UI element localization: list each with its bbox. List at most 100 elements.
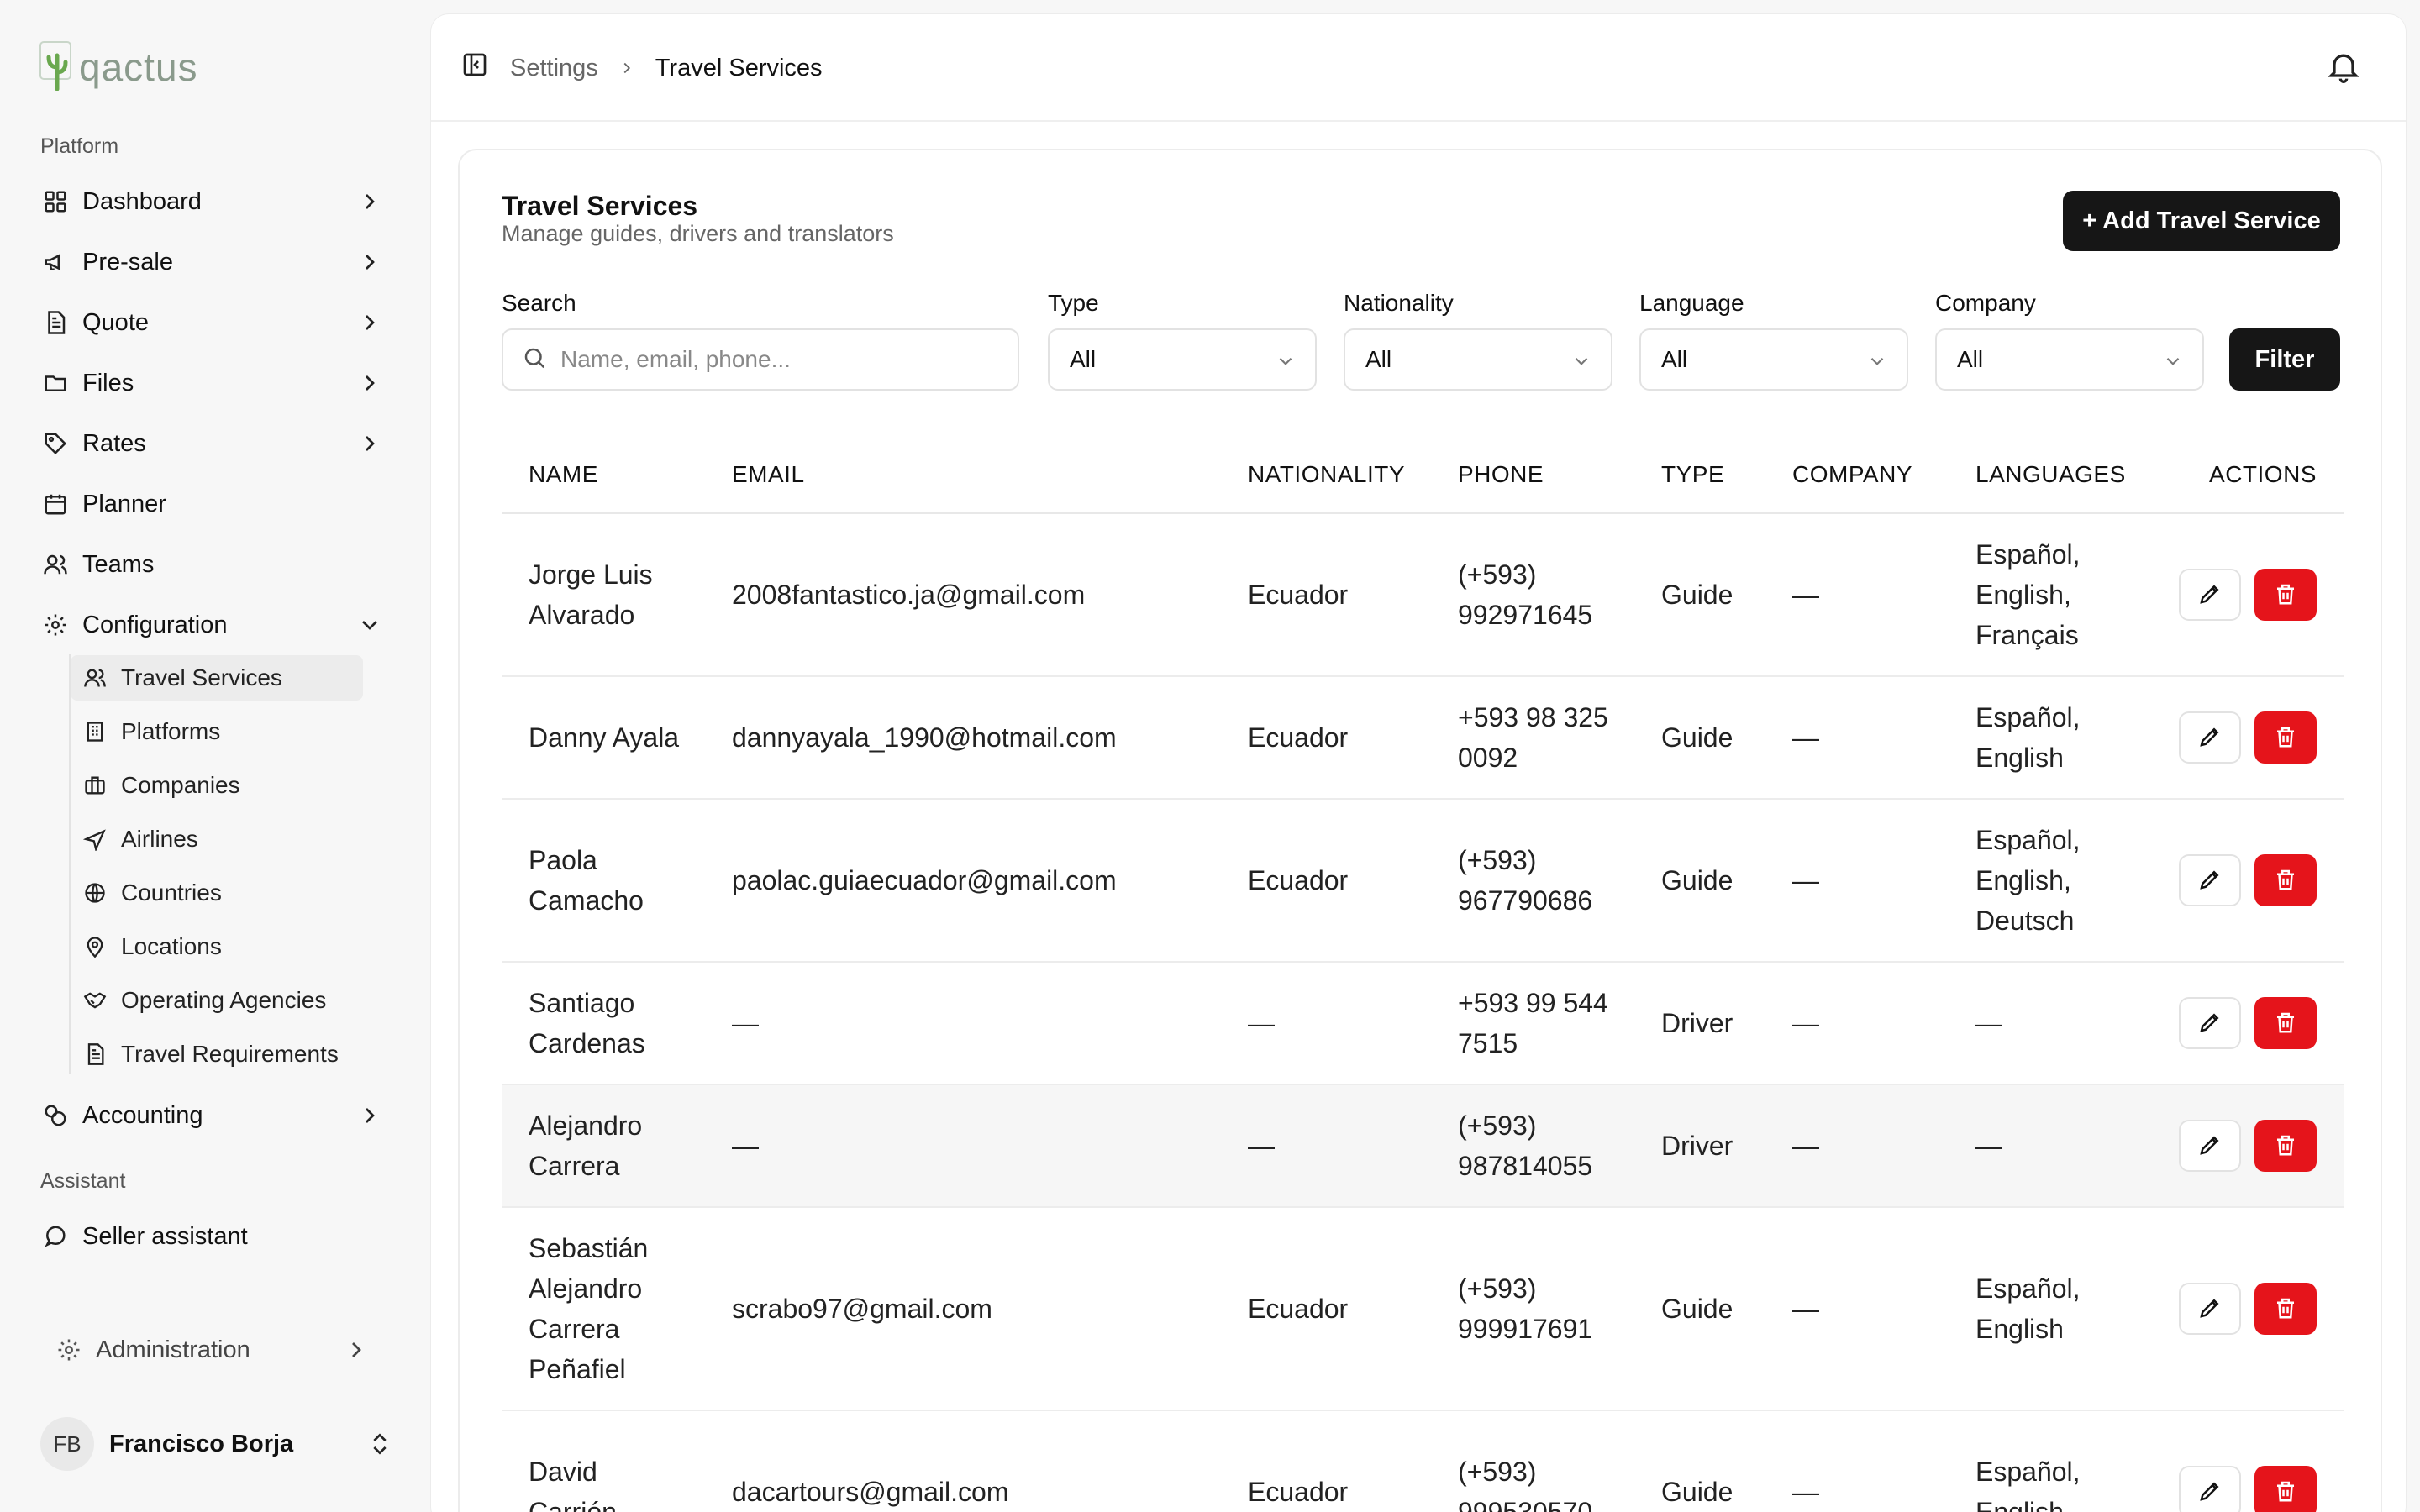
cell-name: Alejandro Carrera (502, 1084, 705, 1208)
column-header[interactable]: NAME (502, 436, 705, 514)
cell-nationality: Ecuador (1221, 1207, 1431, 1411)
table-row[interactable]: Jorge Luis Alvarado 2008fantastico.ja@gma… (502, 513, 2344, 677)
chevron-down-icon (2166, 357, 2180, 365)
row-actions (2174, 569, 2344, 621)
sub-label: Travel Services (121, 664, 282, 690)
nav-rates[interactable]: Rates (34, 419, 397, 468)
sub-platforms[interactable]: Platforms (71, 709, 363, 754)
edit-button[interactable] (2179, 1120, 2241, 1172)
delete-button[interactable] (2254, 1283, 2317, 1335)
trash-icon (2273, 581, 2298, 609)
nav-label: Quote (82, 308, 149, 336)
building-icon (81, 717, 109, 746)
column-header[interactable]: LANGUAGES (1949, 436, 2147, 514)
globe-icon (81, 879, 109, 907)
sub-travel-requirements[interactable]: Travel Requirements (71, 1032, 363, 1077)
edit-button[interactable] (2179, 711, 2241, 764)
filter-button[interactable]: Filter (2229, 328, 2340, 391)
table-row[interactable]: Paola Camacho paolac.guiaecuador@gmail.co… (502, 799, 2344, 963)
nav-teams[interactable]: Teams (34, 540, 397, 589)
sub-label: Airlines (121, 826, 198, 852)
delete-button[interactable] (2254, 1120, 2317, 1172)
breadcrumb-parent[interactable]: Settings (510, 55, 598, 82)
column-header[interactable]: COMPANY (1765, 436, 1949, 514)
trash-icon (2273, 1295, 2298, 1323)
cell-type: Guide (1634, 1207, 1765, 1411)
column-header: ACTIONS (2147, 436, 2344, 514)
sub-countries[interactable]: Countries (71, 870, 363, 916)
sidebar-toggle-icon[interactable] (461, 51, 488, 85)
type-label: Type (1048, 290, 1099, 316)
table-row[interactable]: David Carrión dacartours@gmail.com Ecuador… (502, 1410, 2344, 1512)
sub-companies[interactable]: Companies (71, 763, 363, 808)
cell-email[interactable]: dacartours@gmail.com (705, 1410, 1221, 1512)
nav-files[interactable]: Files (34, 359, 397, 407)
edit-button[interactable] (2179, 1283, 2241, 1335)
nav-accounting[interactable]: Accounting (34, 1091, 397, 1140)
cell-email[interactable]: paolac.guiaecuador@gmail.com (705, 799, 1221, 963)
delete-button[interactable] (2254, 1466, 2317, 1512)
cell-email[interactable]: dannyayala_1990@hotmail.com (705, 676, 1221, 800)
sub-operating-agencies[interactable]: Operating Agencies (71, 978, 363, 1023)
delete-button[interactable] (2254, 569, 2317, 621)
sub-locations[interactable]: Locations (71, 924, 363, 969)
edit-button[interactable] (2179, 569, 2241, 621)
nav-dashboard[interactable]: Dashboard (34, 177, 397, 226)
row-actions (2174, 1283, 2344, 1335)
edit-button[interactable] (2179, 997, 2241, 1049)
sub-label: Travel Requirements (121, 1041, 339, 1067)
bell-icon[interactable] (2325, 48, 2362, 85)
cell-email[interactable]: scrabo97@gmail.com (705, 1207, 1221, 1411)
cell-languages: Español, English (1949, 676, 2147, 800)
chevron-down-icon (362, 621, 377, 630)
row-actions (2174, 854, 2344, 906)
column-header[interactable]: PHONE (1431, 436, 1634, 514)
company-select[interactable]: All (1935, 328, 2204, 391)
edit-button[interactable] (2179, 1466, 2241, 1512)
table-header-row: NAME EMAIL NATIONALITY PHONE TYPE COMPAN… (502, 436, 2344, 514)
table-row[interactable]: Santiago Cardenas — — +593 99 544 7515 Drive… (502, 962, 2344, 1085)
nav-planner[interactable]: Planner (34, 480, 397, 528)
search-field[interactable] (502, 328, 1019, 391)
add-travel-service-button[interactable]: + Add Travel Service (2063, 191, 2340, 251)
nav-seller-assistant[interactable]: Seller assistant (34, 1212, 397, 1261)
cell-actions (2147, 799, 2344, 963)
column-header[interactable]: NATIONALITY (1221, 436, 1431, 514)
nav-administration[interactable]: Administration (47, 1326, 383, 1374)
search-input[interactable] (560, 346, 997, 373)
sub-travel-services[interactable]: Travel Services (71, 655, 363, 701)
table-row[interactable]: Danny Ayala dannyayala_1990@hotmail.com Ec… (502, 676, 2344, 800)
delete-button[interactable] (2254, 711, 2317, 764)
sub-airlines[interactable]: Airlines (71, 816, 363, 862)
cell-email[interactable]: 2008fantastico.ja@gmail.com (705, 513, 1221, 677)
nationality-select[interactable]: All (1344, 328, 1612, 391)
nav-pre-sale[interactable]: Pre-sale (34, 238, 397, 286)
nationality-value: All (1365, 346, 1392, 372)
column-header[interactable]: EMAIL (705, 436, 1221, 514)
topbar: Settings Travel Services (431, 14, 2406, 122)
section-platform: Platform (40, 134, 119, 158)
user-menu[interactable]: FB Francisco Borja (40, 1416, 393, 1472)
nav-label: Pre-sale (82, 248, 173, 276)
handshake-icon (81, 986, 109, 1015)
cell-email[interactable]: — (705, 1084, 1221, 1208)
pencil-icon (2197, 1478, 2223, 1506)
chevrons-up-down-icon (373, 1433, 387, 1455)
table-row[interactable]: Sebastián Alejandro Carrera Peñafiel scra… (502, 1207, 2344, 1411)
nav-quote[interactable]: Quote (34, 298, 397, 347)
delete-button[interactable] (2254, 997, 2317, 1049)
cell-email[interactable]: — (705, 962, 1221, 1085)
edit-button[interactable] (2179, 854, 2241, 906)
nav-configuration[interactable]: Configuration (34, 601, 397, 649)
table-row[interactable]: Alejandro Carrera — — (+593) 987814055 Drive… (502, 1084, 2344, 1208)
language-select[interactable]: All (1639, 328, 1908, 391)
type-select[interactable]: All (1048, 328, 1317, 391)
brand-logo[interactable]: qactus (39, 39, 198, 95)
cell-actions (2147, 676, 2344, 800)
column-header[interactable]: TYPE (1634, 436, 1765, 514)
cell-type: Guide (1634, 799, 1765, 963)
delete-button[interactable] (2254, 854, 2317, 906)
company-value: All (1957, 346, 1984, 372)
chevron-right-icon (366, 436, 375, 451)
pencil-icon (2197, 1010, 2223, 1037)
